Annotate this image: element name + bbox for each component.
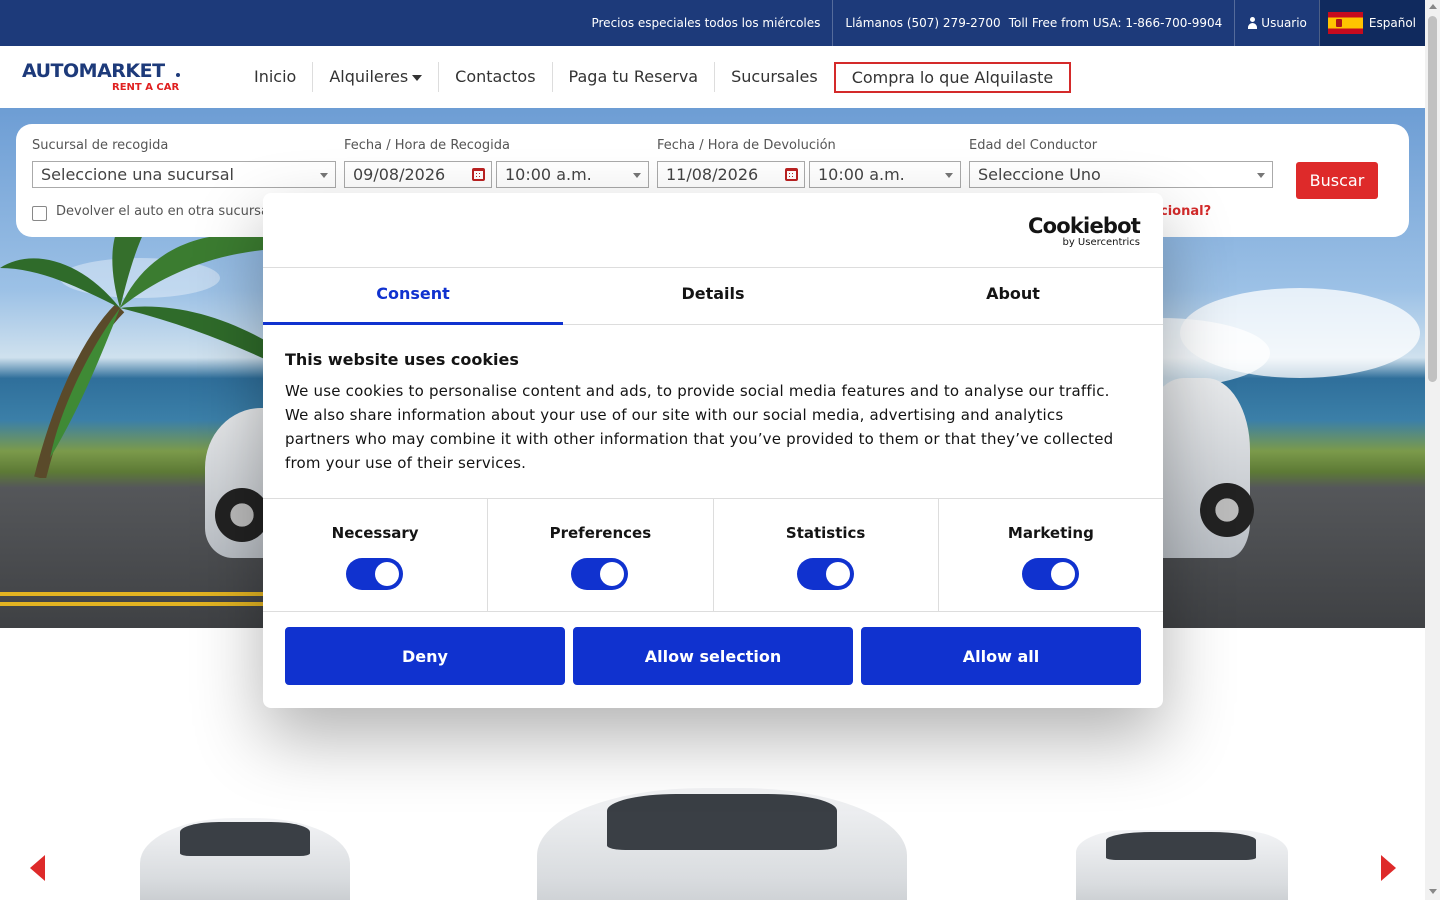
- car-wheel: [1200, 483, 1254, 537]
- pickup-datetime-label: Fecha / Hora de Recogida: [344, 138, 510, 153]
- user-menu[interactable]: Usuario: [1234, 0, 1319, 46]
- calendar-icon[interactable]: [785, 168, 798, 181]
- return-date-input[interactable]: 11/08/2026: [657, 161, 805, 188]
- return-time-select[interactable]: 10:00 a.m.: [809, 161, 961, 188]
- user-icon: [1247, 17, 1258, 29]
- carousel-next-arrow-icon[interactable]: [1381, 855, 1396, 881]
- logo-tagline: RENT A CAR: [112, 82, 180, 93]
- car-wheel: [215, 488, 269, 542]
- cookie-description: We use cookies to personalise content an…: [285, 382, 1114, 472]
- contact-info: Llámanos (507) 279-2700 Toll Free from U…: [832, 0, 1234, 46]
- car-windshield-image: [180, 822, 310, 856]
- return-datetime-label: Fecha / Hora de Devolución: [657, 138, 836, 153]
- toggle-preferences: Preferences: [487, 499, 712, 611]
- preferences-switch[interactable]: [571, 558, 629, 590]
- toggle-necessary-label: Necessary: [331, 524, 419, 542]
- return-other-branch-label: Devolver el auto en otra sucursal: [56, 204, 273, 219]
- toll-free-number[interactable]: Toll Free from USA: 1-866-700-9904: [1009, 16, 1223, 30]
- pickup-branch-select[interactable]: Seleccione una sucursal: [32, 161, 336, 188]
- tab-about[interactable]: About: [863, 268, 1163, 324]
- language-selector[interactable]: Español: [1318, 0, 1425, 46]
- return-other-branch-checkbox[interactable]: [32, 206, 47, 221]
- pickup-branch-label: Sucursal de recogida: [32, 138, 169, 153]
- road-line: [0, 592, 300, 596]
- cookiebot-wordmark: Cookiebot: [1028, 214, 1141, 238]
- additional-option-link[interactable]: cional?: [1160, 204, 1211, 219]
- statistics-switch[interactable]: [796, 558, 854, 590]
- toggle-statistics: Statistics: [712, 499, 938, 611]
- user-label: Usuario: [1261, 16, 1307, 30]
- nav-item-compra-alquilaste[interactable]: Compra lo que Alquilaste: [833, 61, 1072, 93]
- nav-menu: Inicio Alquileres Contactos Paga tu Rese…: [238, 61, 1072, 93]
- nav-item-alquileres-label: Alquileres: [329, 67, 409, 86]
- nav-item-paga-reserva[interactable]: Paga tu Reserva: [551, 62, 715, 92]
- nav-item-contactos[interactable]: Contactos: [438, 62, 551, 92]
- cookie-title: This website uses cookies: [285, 350, 519, 369]
- car-thumbnail-kia[interactable]: [140, 808, 350, 900]
- cookie-actions: Deny Allow selection Allow all: [285, 627, 1141, 685]
- allow-all-button[interactable]: Allow all: [861, 627, 1141, 685]
- toggle-marketing-label: Marketing: [1007, 524, 1094, 542]
- car-windshield-image: [607, 794, 837, 850]
- caret-down-icon: [412, 74, 423, 81]
- nav-item-alquileres[interactable]: Alquileres: [312, 62, 438, 92]
- road-line: [0, 602, 300, 606]
- promo-text: Precios especiales todos los miércoles: [591, 16, 821, 30]
- car-windshield-image: [1106, 832, 1256, 860]
- necessary-switch[interactable]: [346, 558, 404, 590]
- tab-consent[interactable]: Consent: [263, 268, 563, 325]
- cookie-tabs: Consent Details About: [263, 267, 1163, 325]
- car-thumbnail-hyundai-i10[interactable]: [537, 768, 907, 900]
- carousel-prev-arrow-icon[interactable]: [30, 855, 45, 881]
- phone-number[interactable]: Llámanos (507) 279-2700: [845, 16, 1000, 30]
- scroll-down-icon[interactable]: [1429, 889, 1437, 894]
- language-label: Español: [1368, 16, 1416, 30]
- search-button[interactable]: Buscar: [1296, 162, 1378, 199]
- car-thumbnail-hyundai-venue[interactable]: [1076, 820, 1288, 900]
- logo-dot: [176, 73, 180, 77]
- pickup-date-input[interactable]: 09/08/2026: [344, 161, 492, 188]
- nav-item-inicio[interactable]: Inicio: [238, 62, 312, 92]
- cloud: [1180, 288, 1420, 378]
- deny-button[interactable]: Deny: [285, 627, 565, 685]
- cookie-consent-dialog: Cookiebot by Usercentrics Consent Detail…: [263, 193, 1163, 708]
- top-bar: Precios especiales todos los miércoles L…: [0, 0, 1425, 46]
- scroll-up-icon[interactable]: [1429, 4, 1437, 9]
- brand-logo[interactable]: AUTOMARKET RENT A CAR: [22, 60, 192, 96]
- driver-age-select[interactable]: Seleccione Uno: [969, 161, 1273, 188]
- logo-wordmark: AUTOMARKET: [22, 60, 165, 82]
- main-navbar: AUTOMARKET RENT A CAR Inicio Alquileres …: [0, 46, 1425, 108]
- cookiebot-logo: Cookiebot by Usercentrics: [1028, 214, 1141, 249]
- page-scrollbar[interactable]: [1425, 0, 1440, 900]
- return-date-value: 11/08/2026: [666, 165, 759, 184]
- tab-details[interactable]: Details: [563, 268, 863, 324]
- toggle-marketing: Marketing: [937, 499, 1163, 611]
- toggle-statistics-label: Statistics: [785, 524, 866, 542]
- driver-age-label: Edad del Conductor: [969, 138, 1098, 153]
- toggle-necessary: Necessary: [263, 499, 487, 611]
- allow-selection-button[interactable]: Allow selection: [573, 627, 853, 685]
- toggle-preferences-label: Preferences: [549, 524, 652, 542]
- marketing-switch[interactable]: [1021, 558, 1079, 590]
- spain-flag-icon: [1327, 12, 1363, 34]
- cookie-category-toggles: Necessary Preferences Statistics Marketi…: [263, 498, 1163, 612]
- pickup-date-value: 09/08/2026: [353, 165, 446, 184]
- scrollbar-thumb[interactable]: [1428, 16, 1437, 382]
- calendar-icon[interactable]: [472, 168, 485, 181]
- nav-item-sucursales[interactable]: Sucursales: [714, 62, 834, 92]
- pickup-time-select[interactable]: 10:00 a.m.: [496, 161, 649, 188]
- cookiebot-byline: by Usercentrics: [1062, 237, 1140, 248]
